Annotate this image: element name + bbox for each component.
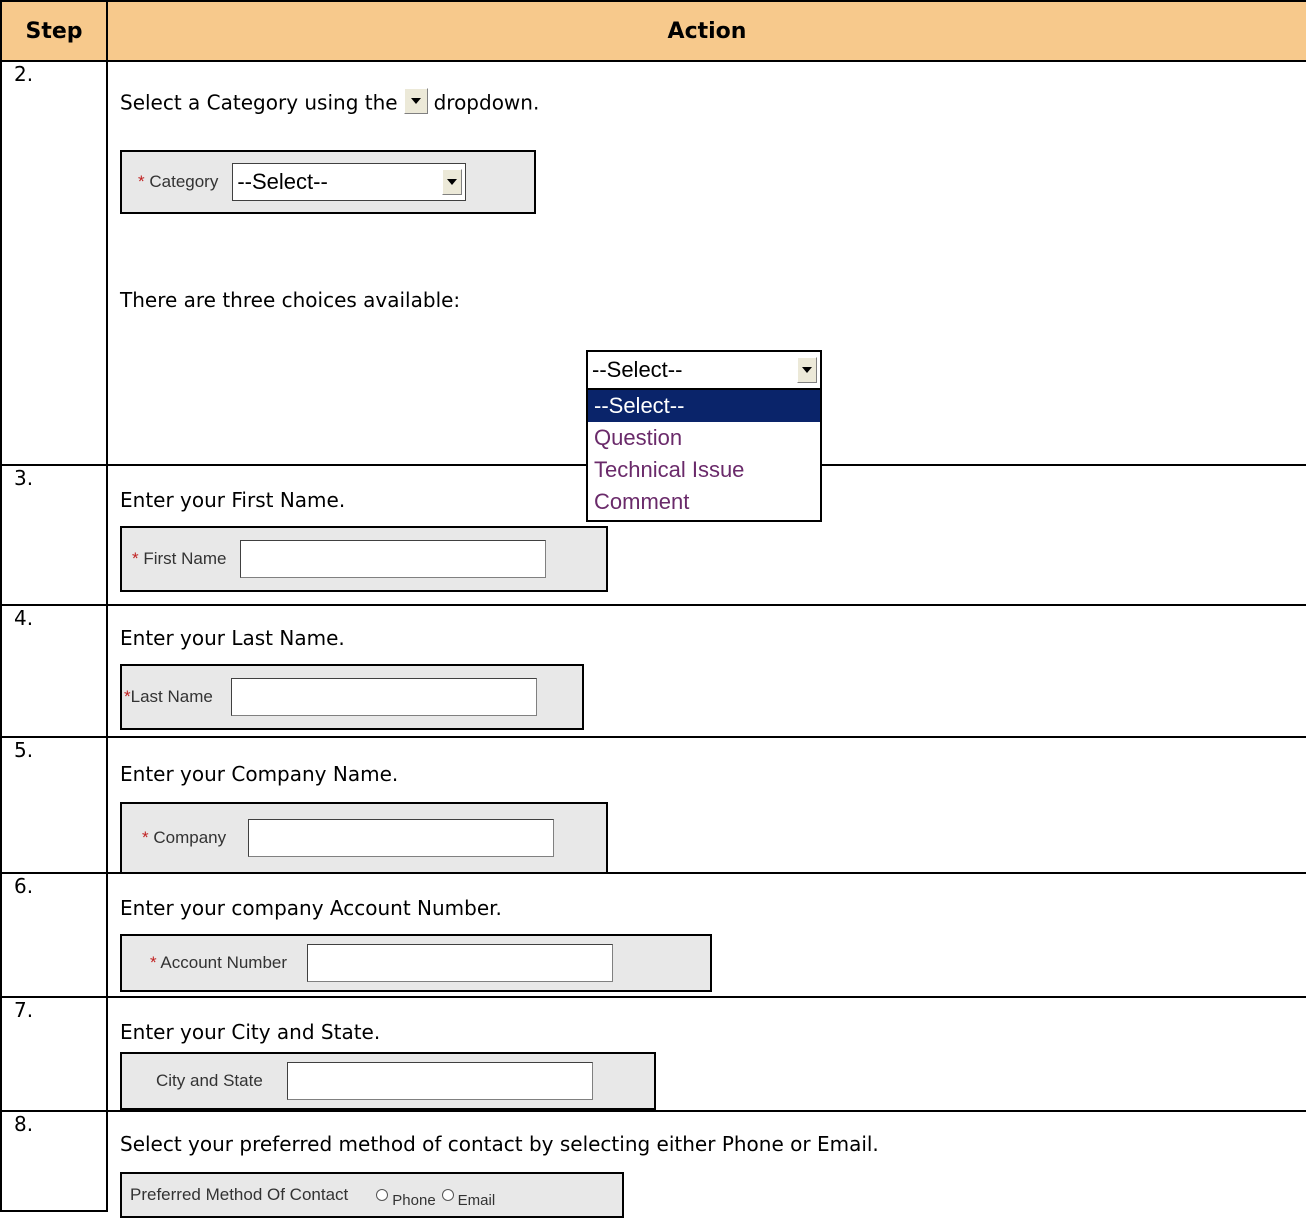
category-select[interactable]: --Select--: [232, 163, 467, 201]
category-dropdown-open[interactable]: --Select--: [586, 350, 822, 390]
dropdown-arrow-icon: [403, 88, 428, 114]
step-instruction: Enter your First Name.: [120, 488, 346, 512]
account-number-input[interactable]: [307, 944, 614, 982]
step-row-6: 6. Enter your company Account Number. * …: [0, 872, 1306, 998]
last-name-label: Last Name: [130, 687, 213, 706]
phone-radio-label: Phone: [392, 1191, 436, 1209]
contact-method-panel: Preferred Method Of Contact Phone Email: [120, 1172, 624, 1218]
step-instruction: Select your preferred method of contact …: [120, 1132, 879, 1156]
step-action: Enter your City and State. City and Stat…: [106, 996, 1306, 1112]
step-number: 3.: [0, 464, 108, 606]
step-action: Select a Category using the dropdown. * C…: [106, 60, 1306, 522]
step-row-3: 3. Enter your First Name. * First Name: [0, 464, 1306, 606]
step-instruction: Select a Category using the dropdown.: [120, 88, 539, 120]
phone-radio[interactable]: [376, 1189, 389, 1201]
required-marker: *: [132, 549, 139, 568]
required-marker: *: [150, 953, 157, 972]
step-row-4: 4. Enter your Last Name. *Last Name: [0, 604, 1306, 738]
category-label: Category: [149, 172, 219, 191]
city-state-label: City and State: [156, 1071, 263, 1090]
required-marker: *: [142, 828, 149, 847]
step-row-8: 8. Select your preferred method of conta…: [0, 1110, 1306, 1218]
step-instruction: Enter your Last Name.: [120, 626, 345, 650]
email-radio[interactable]: [441, 1189, 454, 1201]
city-state-panel: City and State: [120, 1052, 656, 1110]
step-row-2: 2. Select a Category using the dropdown. …: [0, 60, 1306, 522]
step-action: Enter your First Name. * First Name: [106, 464, 1306, 606]
step-instruction: Enter your City and State.: [120, 1020, 381, 1044]
company-panel: * Company: [120, 802, 608, 874]
city-state-input[interactable]: [286, 1062, 593, 1100]
dropdown-current-value: --Select--: [592, 357, 683, 382]
header-row: Step Action: [0, 0, 1306, 62]
first-name-panel: * First Name: [120, 526, 608, 592]
contact-method-label: Preferred Method Of Contact: [130, 1185, 349, 1204]
chevron-down-icon[interactable]: [442, 169, 463, 195]
category-panel: * Category --Select--: [120, 150, 536, 214]
chevron-down-icon[interactable]: [797, 357, 817, 383]
account-number-label: Account Number: [160, 953, 288, 972]
step-action: Select your preferred method of contact …: [106, 1110, 1306, 1218]
step-action: Enter your Last Name. *Last Name: [106, 604, 1306, 738]
step-action: Enter your Company Name. * Company: [106, 736, 1306, 874]
step-row-7: 7. Enter your City and State. City and S…: [0, 996, 1306, 1112]
last-name-input[interactable]: [230, 678, 537, 716]
option-question[interactable]: Question: [588, 422, 820, 454]
choices-text: There are three choices available:: [120, 288, 461, 312]
step-action: Enter your company Account Number. * Acc…: [106, 872, 1306, 998]
email-radio-label: Email: [457, 1191, 496, 1209]
step-number: 2.: [0, 60, 108, 466]
step-number: 4.: [0, 604, 108, 738]
step-row-5: 5. Enter your Company Name. * Company: [0, 736, 1306, 874]
required-marker: *: [138, 172, 145, 191]
step-number: 7.: [0, 996, 108, 1112]
step-header: Step: [0, 0, 108, 62]
step-number: 8.: [0, 1110, 108, 1212]
first-name-label: First Name: [143, 549, 227, 568]
category-select-value: --Select--: [237, 169, 328, 194]
action-header: Action: [106, 0, 1306, 62]
step-instruction: Enter your Company Name.: [120, 762, 399, 786]
company-input[interactable]: [248, 819, 555, 857]
required-marker: *: [124, 687, 131, 706]
step-number: 6.: [0, 872, 108, 998]
steps-table: Step Action 2. Select a Category using t…: [0, 0, 1306, 1218]
company-label: Company: [153, 828, 227, 847]
step-number: 5.: [0, 736, 108, 874]
step-instruction: Enter your company Account Number.: [120, 896, 502, 920]
last-name-panel: *Last Name: [120, 664, 584, 730]
first-name-input[interactable]: [240, 540, 547, 578]
option-select[interactable]: --Select--: [588, 390, 820, 422]
account-number-panel: * Account Number: [120, 934, 712, 992]
